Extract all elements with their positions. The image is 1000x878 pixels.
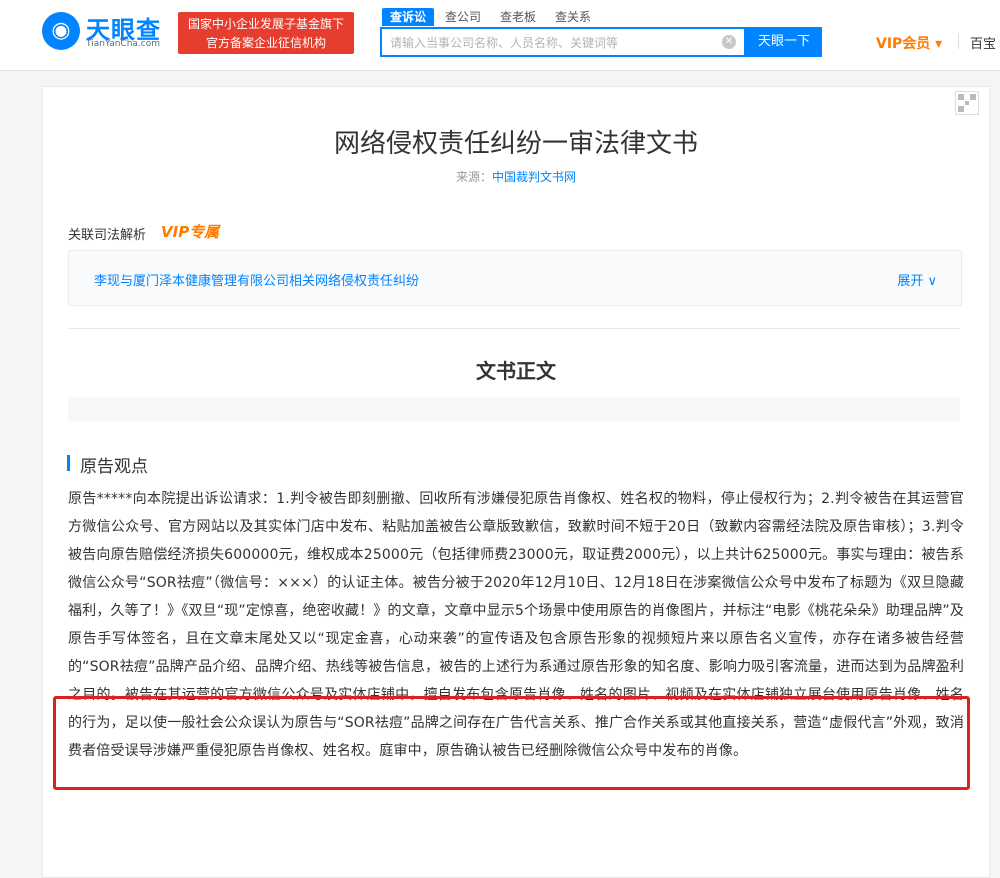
search-box: ✕: [380, 27, 746, 57]
tab-relation[interactable]: 查关系: [555, 8, 591, 26]
clear-icon[interactable]: ✕: [722, 35, 736, 49]
badge-line2: 官方备案企业征信机构: [205, 36, 326, 50]
gray-bar: [68, 397, 960, 421]
section-title: 文书正文: [476, 359, 556, 383]
top-bar: ◉ 天眼查 TianYanCha.com 国家中小企业发展子基金旗下 官方备案企…: [0, 0, 1000, 71]
divider: [958, 33, 959, 49]
vip-member-link[interactable]: VIP会员 ▾: [876, 33, 942, 53]
related-case-box[interactable]: 李现与厦门泽本健康管理有限公司相关网络侵权责任纠纷 展开 ∨: [68, 250, 962, 306]
tab-lawsuit[interactable]: 查诉讼: [382, 8, 435, 26]
document-source: 来源：中国裁判文书网: [43, 168, 989, 185]
search-input[interactable]: [382, 29, 712, 57]
highlight-box: [53, 696, 970, 790]
baike-link[interactable]: 百宝: [970, 33, 996, 52]
official-badge: 国家中小企业发展子基金旗下 官方备案企业征信机构: [178, 12, 354, 54]
logo[interactable]: ◉ 天眼查 TianYanCha.com: [42, 8, 168, 54]
vip-exclusive-tag: VIP专属: [161, 223, 220, 241]
related-analysis-label: 关联司法解析: [68, 228, 147, 243]
source-label: 来源：: [455, 170, 492, 184]
heading-accent-bar: [67, 455, 70, 471]
logo-eye-icon: ◉: [42, 12, 80, 50]
logo-subtitle: TianYanCha.com: [86, 39, 161, 49]
source-link[interactable]: 中国裁判文书网: [492, 170, 576, 184]
opinion-title: 原告观点: [80, 457, 148, 477]
section-divider: [68, 328, 960, 329]
badge-line1: 国家中小企业发展子基金旗下: [187, 17, 344, 31]
document-title: 网络侵权责任纠纷一审法律文书: [333, 129, 698, 159]
tab-company[interactable]: 查公司: [445, 8, 481, 26]
expand-button[interactable]: 展开 ∨: [897, 270, 937, 289]
qr-code-icon[interactable]: [955, 91, 979, 115]
related-case-link[interactable]: 李现与厦门泽本健康管理有限公司相关网络侵权责任纠纷: [94, 270, 419, 289]
tab-boss[interactable]: 查老板: [500, 8, 536, 26]
search-button[interactable]: 天眼一下: [746, 27, 822, 57]
